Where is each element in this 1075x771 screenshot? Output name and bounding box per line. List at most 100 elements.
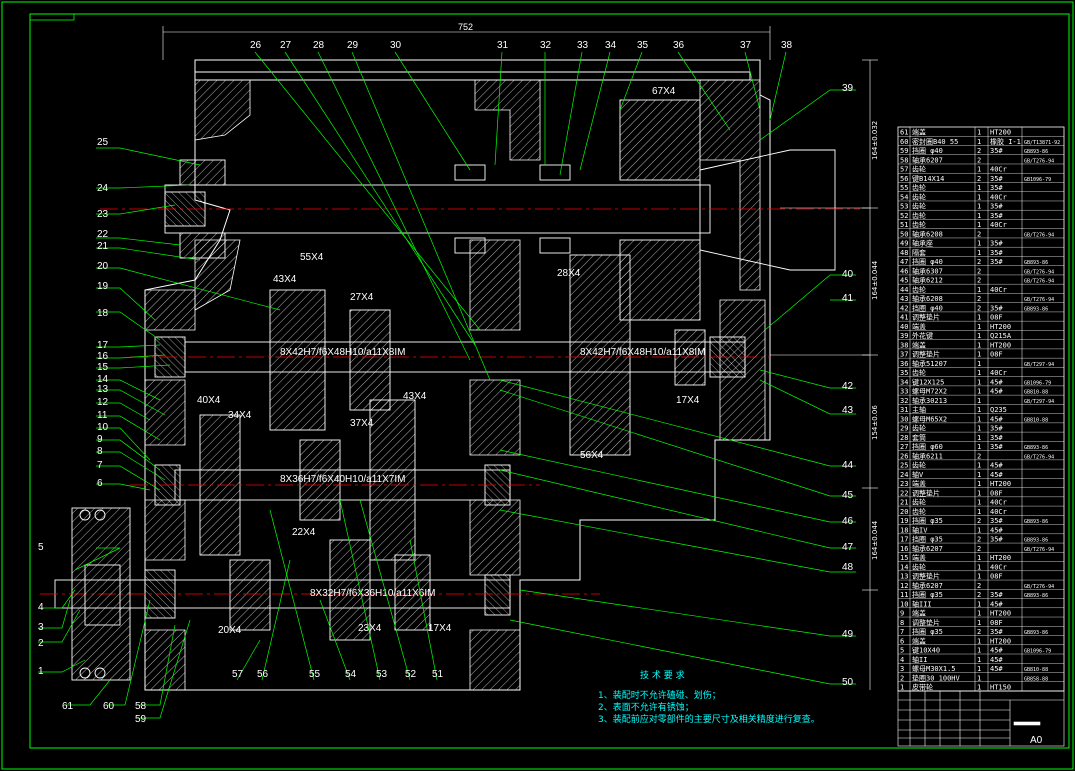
bom-standard: GB/T276-94 <box>1024 547 1054 553</box>
bom-name: 轴II <box>912 655 927 664</box>
bom-name: 轴承51207 <box>912 359 947 368</box>
callout-number: 51 <box>432 669 444 680</box>
bom-name: 主轴 <box>912 405 926 414</box>
bom-qty: 1 <box>977 665 981 673</box>
bom-name: 键12X125 <box>912 377 944 386</box>
callout-number: 43 <box>842 405 854 416</box>
callout-number: 7 <box>97 460 103 471</box>
callout-number: 52 <box>405 669 417 680</box>
callout-number: 8 <box>97 446 103 457</box>
note-item: 3、装配前应对零部件的主要尺寸及相关精度进行复查。 <box>598 713 820 725</box>
bom-index: 19 <box>900 517 908 525</box>
callout-number: 61 <box>62 701 74 712</box>
bom-index: 10 <box>900 600 908 608</box>
callout-number: 15 <box>97 362 109 373</box>
bom-standard: GB893-86 <box>1024 519 1048 525</box>
bom-index: 38 <box>900 341 908 349</box>
bom-standard: GB/T13871-92 <box>1024 140 1060 146</box>
gear-label: 23X4 <box>358 623 382 634</box>
bom-material: 40Cr <box>990 193 1007 201</box>
bom-material: 35# <box>990 443 1003 451</box>
bom-index: 7 <box>900 628 904 636</box>
bom-qty: 1 <box>977 471 981 479</box>
bom-name: 端盖 <box>912 479 926 488</box>
bom-material: HT150 <box>990 684 1011 692</box>
callout-number: 45 <box>842 490 854 501</box>
bom-name: 键10X40 <box>912 646 940 655</box>
bom-material: 40Cr <box>990 369 1007 377</box>
notes-title: 技 术 要 求 <box>640 669 685 681</box>
bom-qty: 1 <box>977 684 981 692</box>
bom-qty: 1 <box>977 341 981 349</box>
bom-standard: GB893-86 <box>1024 538 1048 544</box>
dim-top-right: 164±0.032 <box>871 121 879 160</box>
bom-qty: 2 <box>977 517 981 525</box>
bom-qty: 1 <box>977 369 981 377</box>
bom-index: 45 <box>900 277 908 285</box>
bom-material: 35# <box>990 434 1003 442</box>
callout-number: 56 <box>257 669 269 680</box>
bom-qty: 1 <box>977 138 981 146</box>
dim-right-3: 164±0.044 <box>871 520 879 560</box>
gear-label: 17X4 <box>428 623 452 634</box>
bom-material: HT200 <box>990 323 1011 331</box>
bom-standard: GB1096-79 <box>1024 380 1051 386</box>
bom-standard: GB810-88 <box>1024 390 1048 396</box>
callout-number: 39 <box>842 83 854 94</box>
bom-index: 53 <box>900 203 908 211</box>
bom-material: Q235 <box>990 406 1007 414</box>
bom-material: 40Cr <box>990 508 1007 516</box>
bom-qty: 1 <box>977 406 981 414</box>
bom-name: 螺母M72X2 <box>912 387 947 396</box>
callout-number: 13 <box>97 384 109 395</box>
bom-material: 45# <box>990 526 1003 534</box>
bom-material: 08F <box>990 573 1003 581</box>
bom-qty: 1 <box>977 360 981 368</box>
bom-name: 齿轮 <box>912 165 926 174</box>
bom-name: 齿轮 <box>912 424 926 433</box>
bom-standard: GB893-86 <box>1024 630 1048 636</box>
bom-name: 齿轮 <box>912 498 926 507</box>
bom-index: 58 <box>900 156 908 164</box>
bom-material: 45# <box>990 656 1003 664</box>
bom-standard: GB/T276-94 <box>1024 584 1054 590</box>
shaft-iv-spline: 8X36H7/f6X40H10/a11X7IM <box>280 474 405 485</box>
bom-name: 调整垫片 <box>912 618 940 627</box>
bom-index: 4 <box>900 656 904 664</box>
bom-index: 47 <box>900 258 908 266</box>
bom-material: HT200 <box>990 610 1011 618</box>
callout-number: 60 <box>103 701 115 712</box>
bom-name: 挡圈 φ40 <box>912 146 943 155</box>
note-item: 1、装配时不允许磕碰、划伤； <box>598 689 721 701</box>
bom-index: 24 <box>900 471 908 479</box>
bom-qty: 2 <box>977 230 981 238</box>
bom-qty: 1 <box>977 332 981 340</box>
bom-index: 6 <box>900 637 904 645</box>
gear-label: 37X4 <box>350 418 374 429</box>
bom-name: 端盖 <box>912 609 926 618</box>
bom-qty: 1 <box>977 323 981 331</box>
bom-qty: 1 <box>977 249 981 257</box>
bom-material: 35# <box>990 304 1003 312</box>
right-dimensions <box>770 59 878 690</box>
bom-qty: 1 <box>977 508 981 516</box>
bom-material: 08F <box>990 489 1003 497</box>
callout-number: 35 <box>637 40 649 51</box>
callout-number: 57 <box>232 669 244 680</box>
bom-qty: 1 <box>977 656 981 664</box>
callout-number: 20 <box>97 261 109 272</box>
bom-qty: 1 <box>977 554 981 562</box>
callout-number: 34 <box>605 40 617 51</box>
bom-name: 轴承6212 <box>912 276 943 285</box>
bom-standard: GB/T276-94 <box>1024 297 1054 303</box>
bom-index: 25 <box>900 462 908 470</box>
bom-index: 17 <box>900 536 908 544</box>
callout-number: 54 <box>345 669 357 680</box>
bom-index: 49 <box>900 240 908 248</box>
bom-qty: 1 <box>977 443 981 451</box>
callout-number: 47 <box>842 542 854 553</box>
bom-qty: 2 <box>977 591 981 599</box>
bom-name: 套筒 <box>912 433 926 442</box>
gear-label: 67X4 <box>652 86 676 97</box>
bom-name: 齿轮 <box>912 562 926 571</box>
